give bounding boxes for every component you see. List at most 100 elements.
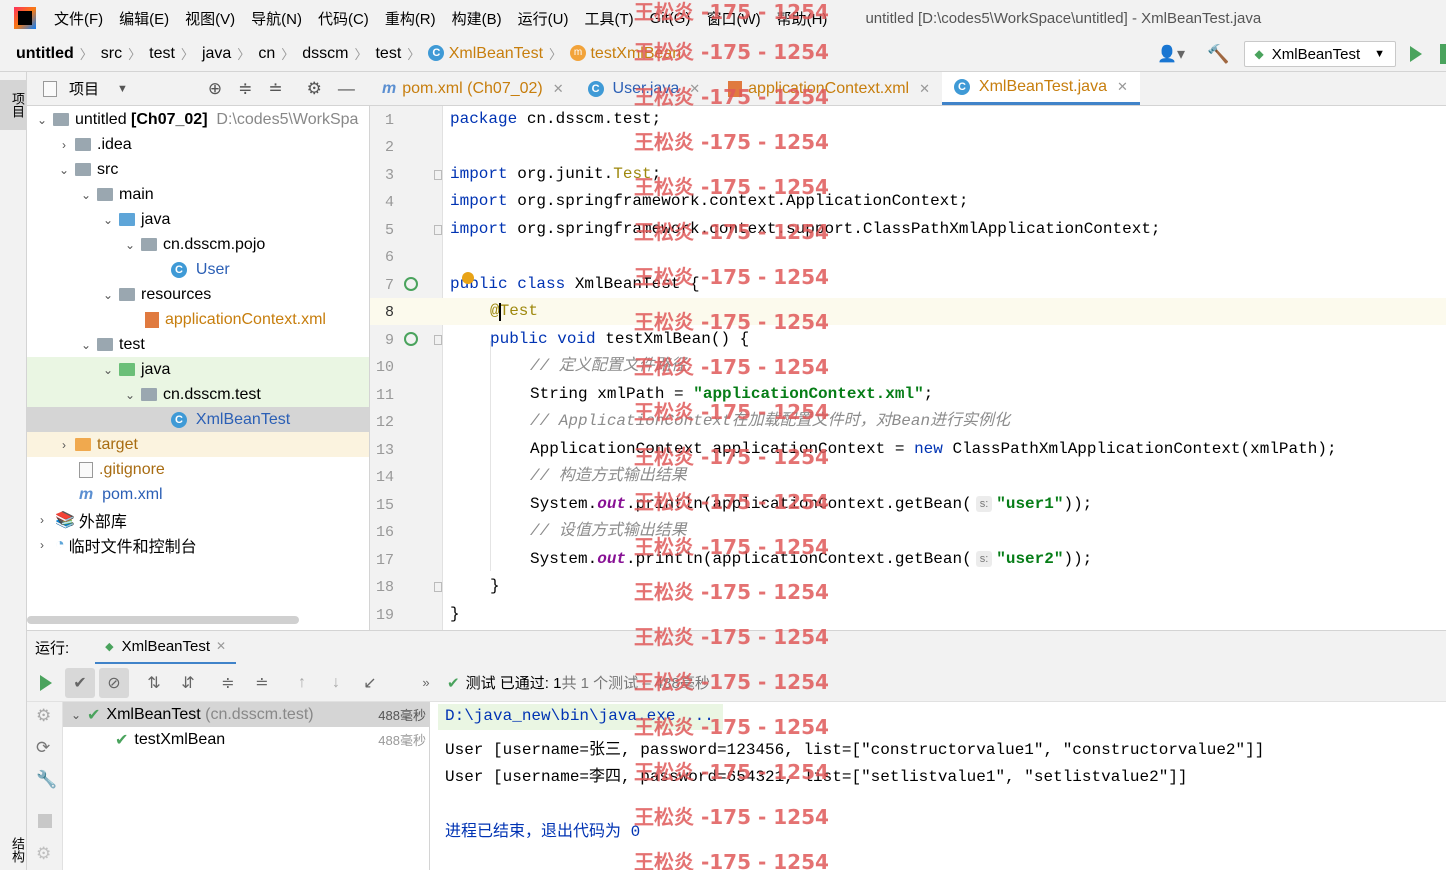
close-icon[interactable]: ✕: [1117, 79, 1128, 95]
expand-all-icon[interactable]: ≑: [238, 79, 252, 99]
tree-item-test-package[interactable]: ⌄ cn.dsscm.test: [27, 382, 369, 407]
menu-run[interactable]: 运行(U): [518, 8, 569, 29]
structure-tool-tab[interactable]: 结构: [0, 832, 27, 868]
tree-item-main-java[interactable]: ⌄ java: [27, 207, 369, 232]
test-method-row[interactable]: ✔ testXmlBean 488毫秒: [63, 727, 430, 752]
chevron-right-icon[interactable]: ›: [35, 513, 49, 527]
breadcrumb-test[interactable]: test: [141, 45, 177, 63]
project-panel-title[interactable]: 项目: [69, 78, 99, 99]
chevron-right-icon[interactable]: ›: [57, 438, 71, 452]
breadcrumb-src[interactable]: src: [93, 45, 124, 63]
locate-target-icon[interactable]: ⊕: [208, 79, 222, 99]
user-profile-icon[interactable]: 👤▾: [1157, 44, 1185, 64]
settings-gear-icon[interactable]: ⚙: [36, 844, 51, 864]
breadcrumb-dsscm[interactable]: dsscm: [294, 45, 350, 63]
run-test-class-icon[interactable]: [404, 277, 418, 291]
chevron-down-icon[interactable]: ⌄: [101, 213, 115, 227]
intention-bulb-icon[interactable]: [462, 272, 474, 284]
tree-item-src[interactable]: ⌄ src: [27, 157, 369, 182]
tree-item-resources[interactable]: ⌄ resources: [27, 282, 369, 307]
breadcrumb-java[interactable]: java: [194, 45, 233, 63]
code-line: @Test: [490, 302, 539, 320]
horizontal-scrollbar[interactable]: [27, 616, 299, 624]
debug-bug-icon[interactable]: ⚙: [36, 706, 51, 726]
tree-item-scratches[interactable]: › ◔ 临时文件和控制台: [27, 532, 369, 557]
test-suite-row[interactable]: ⌄ ✔ XmlBeanTest (cn.dsscm.test) 488毫秒: [63, 702, 430, 727]
close-icon[interactable]: ✕: [919, 81, 930, 97]
gear-icon[interactable]: ⚙: [307, 79, 322, 99]
fold-marker-icon[interactable]: [434, 582, 442, 592]
menu-navigate[interactable]: 导航(N): [251, 8, 302, 29]
show-passed-icon[interactable]: ✔: [65, 667, 95, 698]
chevron-down-icon[interactable]: ⌄: [101, 288, 115, 302]
show-ignored-icon[interactable]: ⊘: [99, 667, 129, 698]
fold-marker-icon[interactable]: [434, 335, 442, 345]
sort-alpha-icon[interactable]: ⇅: [139, 668, 169, 698]
wrench-settings-icon[interactable]: 🔧: [36, 770, 57, 790]
tree-item-main[interactable]: ⌄ main: [27, 182, 369, 207]
menu-tools[interactable]: 工具(T): [584, 8, 633, 29]
chevron-right-icon[interactable]: ›: [35, 538, 49, 552]
chevron-down-icon[interactable]: ⌄: [123, 238, 137, 252]
console-output[interactable]: D:\java_new\bin\java.exe ... User [usern…: [430, 702, 1446, 870]
sort-duration-icon[interactable]: ⇵: [173, 668, 203, 698]
breadcrumb-project[interactable]: untitled: [0, 45, 76, 63]
arrow-up-icon[interactable]: ↑: [287, 668, 317, 698]
tree-item-target[interactable]: › target: [27, 432, 369, 457]
run-tab[interactable]: ◆ XmlBeanTest ✕: [95, 631, 237, 665]
tree-item-external-libs[interactable]: › 📚 外部库: [27, 507, 369, 532]
arrow-down-icon[interactable]: ↓: [321, 668, 351, 698]
chevron-down-icon[interactable]: ⌄: [79, 338, 93, 352]
tree-item-user[interactable]: C User: [27, 257, 369, 282]
menu-refactor[interactable]: 重构(R): [385, 8, 436, 29]
menu-code[interactable]: 代码(C): [318, 8, 369, 29]
hide-minus-icon[interactable]: —: [338, 79, 355, 99]
rerun-icon[interactable]: [31, 668, 61, 698]
collapse-all-icon[interactable]: ≐: [268, 79, 282, 99]
breadcrumb-class[interactable]: C XmlBeanTest: [420, 45, 545, 63]
chevron-down-icon[interactable]: ⌄: [57, 163, 71, 177]
run-play-icon[interactable]: [1410, 46, 1422, 62]
build-hammer-icon[interactable]: 🔨: [1207, 44, 1229, 65]
close-icon[interactable]: ✕: [216, 639, 226, 653]
tree-item-test[interactable]: ⌄ test: [27, 332, 369, 357]
collapse-all-icon[interactable]: ≐: [247, 668, 277, 698]
menu-view[interactable]: 视图(V): [185, 8, 235, 29]
breadcrumb-test-pkg[interactable]: test: [367, 45, 403, 63]
tree-item-gitignore[interactable]: .gitignore: [27, 457, 369, 482]
chevron-down-icon[interactable]: ⌄: [69, 708, 83, 722]
fold-marker-icon[interactable]: [434, 170, 442, 180]
chevron-down-icon[interactable]: ⌄: [123, 388, 137, 402]
chevron-down-icon[interactable]: ⌄: [101, 363, 115, 377]
close-icon[interactable]: ✕: [553, 81, 564, 97]
menu-edit[interactable]: 编辑(E): [119, 8, 169, 29]
tree-item-appcontext-xml[interactable]: applicationContext.xml: [27, 307, 369, 332]
tab-pom-xml[interactable]: m pom.xml (Ch07_02) ✕: [370, 72, 576, 105]
tab-xmlbeantest-java[interactable]: C XmlBeanTest.java ✕: [942, 72, 1140, 105]
run-configuration-select[interactable]: ◆ XmlBeanTest ▼: [1243, 41, 1396, 67]
menu-file[interactable]: 文件(F): [54, 8, 103, 29]
export-results-icon[interactable]: ↙: [355, 668, 385, 698]
chevron-down-icon[interactable]: ⌄: [79, 188, 93, 202]
more-chevron-icon[interactable]: »: [411, 668, 441, 698]
chevron-right-icon[interactable]: ›: [57, 138, 71, 152]
tree-item-pom[interactable]: m pom.xml: [27, 482, 369, 507]
menu-build[interactable]: 构建(B): [452, 8, 502, 29]
breadcrumb-cn[interactable]: cn: [250, 45, 277, 63]
code-editor[interactable]: package cn.dsscm.test; import org.junit.…: [443, 106, 1446, 630]
project-tool-tab[interactable]: 项目: [0, 80, 27, 130]
stop-icon[interactable]: [38, 814, 52, 828]
fold-marker-icon[interactable]: [434, 225, 442, 235]
run-test-method-icon[interactable]: [404, 332, 418, 346]
tree-item-idea[interactable]: › .idea: [27, 132, 369, 157]
tree-item-project-root[interactable]: ⌄ untitled [Ch07_02] D:\codes5\WorkSpa: [27, 107, 369, 132]
tree-item-pojo-package[interactable]: ⌄ cn.dsscm.pojo: [27, 232, 369, 257]
rerun-failed-icon[interactable]: ⟳: [36, 738, 50, 758]
debug-icon[interactable]: [1440, 44, 1446, 64]
tree-item-xmlbeantest[interactable]: C XmlBeanTest: [27, 407, 369, 432]
chevron-down-icon[interactable]: ⌄: [35, 113, 49, 127]
watermark: 王松炎 -175 - 1254: [634, 355, 829, 379]
tree-item-test-java[interactable]: ⌄ java: [27, 357, 369, 382]
dropdown-arrow-icon[interactable]: ▼: [117, 83, 128, 95]
expand-all-icon[interactable]: ≑: [213, 668, 243, 698]
